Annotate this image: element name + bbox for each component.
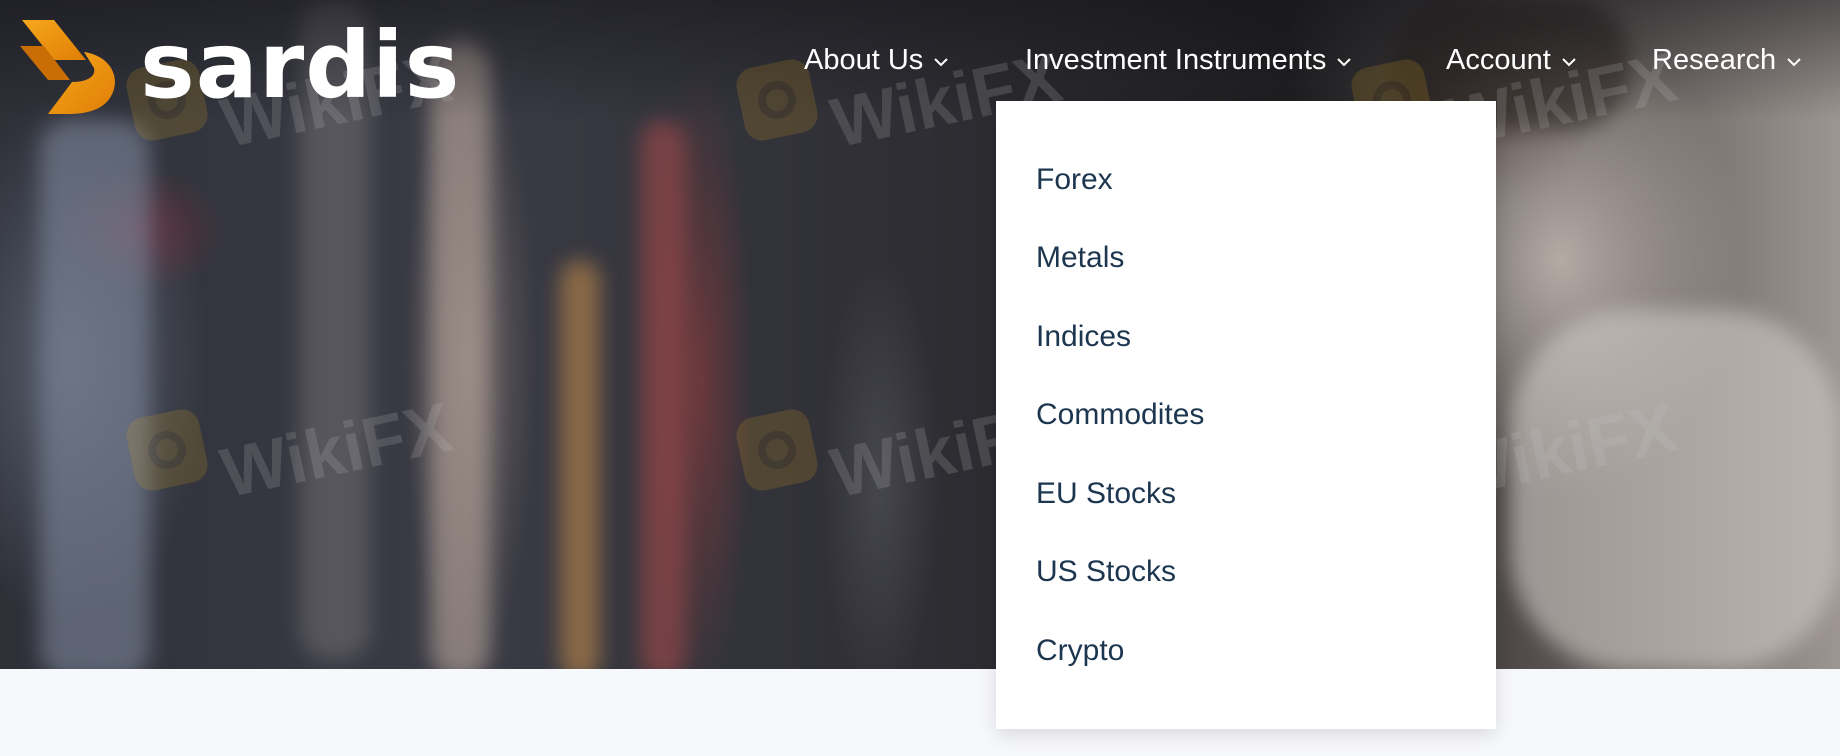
nav-item-label: Account	[1446, 44, 1551, 76]
chevron-down-icon	[934, 58, 949, 67]
blurred-pen	[640, 120, 686, 669]
chevron-down-icon	[1337, 58, 1352, 67]
nav-item-research[interactable]: Research	[1652, 36, 1802, 84]
dropdown-item-us-stocks[interactable]: US Stocks	[1036, 552, 1176, 592]
dropdown-item-forex[interactable]: Forex	[1036, 160, 1113, 200]
blurred-pen	[560, 260, 600, 669]
dropdown-item-indices[interactable]: Indices	[1036, 317, 1131, 357]
main-nav: About Us Investment Instruments Account …	[0, 36, 1840, 84]
blurred-pen	[430, 40, 490, 669]
blurred-pen	[40, 120, 150, 669]
nav-item-label: Research	[1652, 44, 1777, 76]
nav-item-investment-instruments[interactable]: Investment Instruments	[1025, 36, 1352, 84]
dropdown-item-eu-stocks[interactable]: EU Stocks	[1036, 474, 1176, 514]
investment-instruments-dropdown: Forex Metals Indices Commodites EU Stock…	[996, 101, 1496, 729]
dropdown-item-metals[interactable]: Metals	[1036, 238, 1124, 278]
nav-item-label: About Us	[804, 44, 924, 76]
dropdown-item-crypto[interactable]: Crypto	[1036, 631, 1124, 671]
blurred-shirt	[1510, 310, 1840, 669]
chevron-down-icon	[1562, 58, 1576, 67]
chevron-down-icon	[1787, 58, 1801, 67]
dropdown-item-commodites[interactable]: Commodites	[1036, 395, 1204, 435]
nav-item-account[interactable]: Account	[1446, 36, 1577, 84]
nav-item-label: Investment Instruments	[1025, 44, 1327, 76]
nav-item-about-us[interactable]: About Us	[804, 36, 949, 84]
